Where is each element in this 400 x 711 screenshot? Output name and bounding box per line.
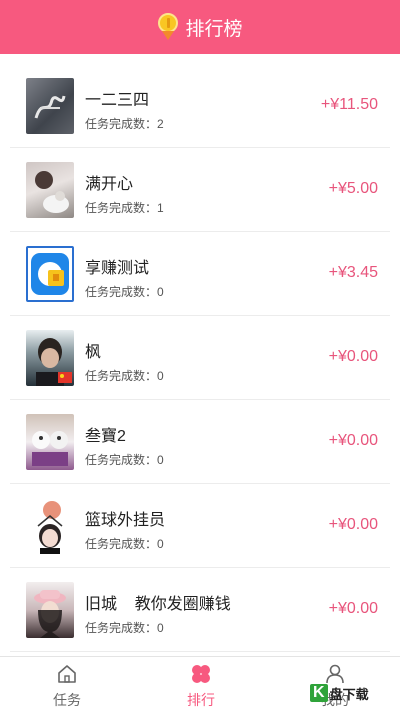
ranking-row[interactable]: 旧城 教你发圈赚钱 任务完成数：0 +¥0.00 xyxy=(10,568,390,652)
watermark-logo: K 盘下载 xyxy=(310,680,396,706)
watermark-text: 盘下载 xyxy=(329,686,369,702)
tab-tasks[interactable]: 任务 xyxy=(7,657,127,711)
ranking-row[interactable]: 枫 任务完成数：0 +¥0.00 xyxy=(10,316,390,400)
ranking-row[interactable]: 篮球外挂员 任务完成数：0 +¥0.00 xyxy=(10,484,390,568)
ranking-row[interactable]: 享赚测试 任务完成数：0 +¥3.45 xyxy=(10,232,390,316)
page-title: 排行榜 xyxy=(185,18,243,40)
reward-amount: +¥5.00 xyxy=(328,180,378,197)
reward-amount: +¥3.45 xyxy=(328,264,378,281)
avatar xyxy=(26,330,74,386)
reward-amount: +¥0.00 xyxy=(328,516,378,533)
avatar xyxy=(26,246,74,302)
avatar xyxy=(26,162,74,218)
medal-icon xyxy=(157,13,179,41)
watermark-badge: K xyxy=(310,684,328,702)
user-name: 满开心 xyxy=(85,176,134,193)
user-name: 享赚测试 xyxy=(85,260,150,277)
ranking-row[interactable]: 一二三四 任务完成数：2 +¥11.50 xyxy=(10,64,390,148)
tab-ranking-label: 排行 xyxy=(187,692,215,708)
task-count: 任务完成数：0 xyxy=(85,537,164,551)
clover-icon xyxy=(192,665,210,683)
user-name: 篮球外挂员 xyxy=(85,512,166,529)
user-name: 枫 xyxy=(85,344,102,361)
ranking-row[interactable]: 叁寶2 任务完成数：0 +¥0.00 xyxy=(10,400,390,484)
task-count: 任务完成数：0 xyxy=(85,369,164,383)
reward-amount: +¥0.00 xyxy=(328,348,378,365)
task-count: 任务完成数：2 xyxy=(85,117,164,131)
home-icon xyxy=(58,665,76,683)
avatar xyxy=(26,78,74,134)
avatar xyxy=(26,582,74,638)
tab-ranking[interactable]: 排行 xyxy=(141,657,261,711)
task-count: 任务完成数：0 xyxy=(85,453,164,467)
avatar xyxy=(26,414,74,470)
task-count: 任务完成数：0 xyxy=(85,621,164,635)
app-header: 排行榜 xyxy=(0,0,400,54)
ranking-row[interactable]: 满开心 任务完成数：1 +¥5.00 xyxy=(10,148,390,232)
user-name: 一二三四 xyxy=(85,92,150,109)
reward-amount: +¥11.50 xyxy=(320,96,378,113)
tab-tasks-label: 任务 xyxy=(53,692,81,708)
reward-amount: +¥0.00 xyxy=(328,432,378,449)
reward-amount: +¥0.00 xyxy=(328,600,378,617)
ranking-list: 一二三四 任务完成数：2 +¥11.50 满开心 任务完成数：1 +¥5.00 … xyxy=(0,64,400,652)
user-name: 叁寶2 xyxy=(85,428,126,445)
task-count: 任务完成数：0 xyxy=(85,285,164,299)
task-count: 任务完成数：1 xyxy=(85,201,164,215)
user-name: 旧城 教你发圈赚钱 xyxy=(85,596,231,613)
avatar xyxy=(26,498,74,554)
